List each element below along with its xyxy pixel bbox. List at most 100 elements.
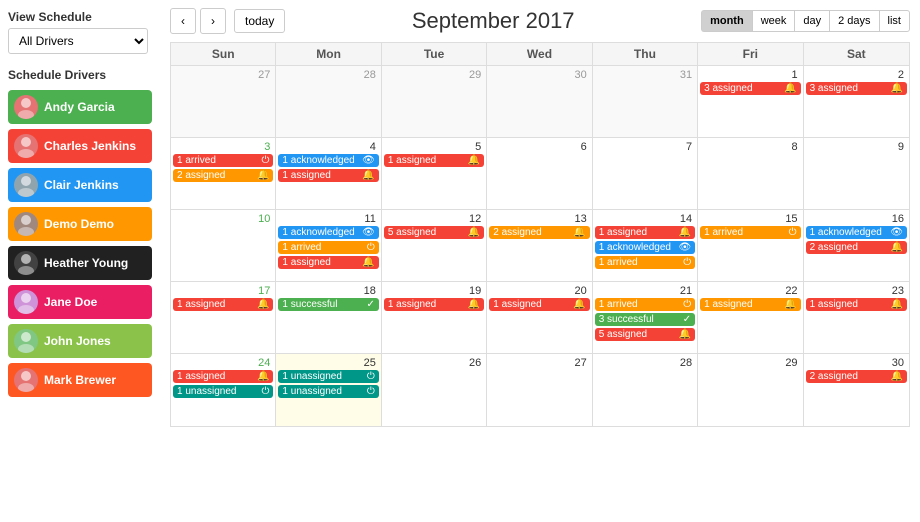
calendar-event[interactable]: 1 unassigned⏻ — [278, 385, 378, 398]
event-icon: ✓ — [683, 314, 691, 325]
driver-item[interactable]: Demo Demo — [8, 207, 152, 241]
cal-cell[interactable]: 6 — [487, 138, 592, 210]
cal-cell[interactable]: 201 assigned🔔 — [487, 282, 592, 354]
calendar-event[interactable]: 3 assigned🔔 — [806, 82, 907, 95]
calendar-event[interactable]: 1 successful✓ — [278, 298, 378, 311]
event-label: 1 assigned — [177, 299, 254, 310]
cal-cell[interactable]: 151 arrived⏻ — [698, 210, 803, 282]
calendar-event[interactable]: 1 arrived⏻ — [173, 154, 273, 167]
day-number: 22 — [700, 284, 800, 298]
cal-cell[interactable]: 27 — [171, 66, 276, 138]
day-number: 4 — [278, 140, 378, 154]
calendar-event[interactable]: 1 unassigned⏻ — [173, 385, 273, 398]
calendar-event[interactable]: 1 assigned🔔 — [173, 298, 273, 311]
cal-cell[interactable]: 51 assigned🔔 — [382, 138, 487, 210]
driver-select[interactable]: All Drivers — [8, 28, 148, 54]
driver-item[interactable]: Clair Jenkins — [8, 168, 152, 202]
cal-cell[interactable]: 111 acknowledged👁1 arrived⏻1 assigned🔔 — [276, 210, 381, 282]
calendar-event[interactable]: 3 assigned🔔 — [700, 82, 800, 95]
view-btn-month[interactable]: month — [701, 10, 752, 32]
day-number: 17 — [173, 284, 273, 298]
driver-item[interactable]: Andy Garcia — [8, 90, 152, 124]
cal-cell[interactable]: 161 acknowledged👁2 assigned🔔 — [804, 210, 909, 282]
cal-cell[interactable]: 30 — [487, 66, 592, 138]
event-label: 5 assigned — [388, 227, 465, 238]
day-number: 8 — [700, 140, 800, 154]
cal-cell[interactable]: 23 assigned🔔 — [804, 66, 909, 138]
calendar-event[interactable]: 1 acknowledged👁 — [278, 226, 378, 239]
calendar-event[interactable]: 1 acknowledged👁 — [595, 241, 695, 254]
cal-cell[interactable]: 211 arrived⏻3 successful✓5 assigned🔔 — [593, 282, 698, 354]
calendar-event[interactable]: 2 assigned🔔 — [489, 226, 589, 239]
view-btn-week[interactable]: week — [752, 10, 795, 32]
driver-item[interactable]: Mark Brewer — [8, 363, 152, 397]
view-btn-day[interactable]: day — [794, 10, 829, 32]
calendar-event[interactable]: 2 assigned🔔 — [806, 370, 907, 383]
event-label: 1 assigned — [177, 371, 254, 382]
driver-avatar — [14, 368, 38, 392]
calendar-event[interactable]: 1 assigned🔔 — [278, 169, 378, 182]
cal-cell[interactable]: 29 — [382, 66, 487, 138]
event-label: 2 assigned — [177, 170, 254, 181]
cal-cell[interactable]: 31 arrived⏻2 assigned🔔 — [171, 138, 276, 210]
calendar-event[interactable]: 2 assigned🔔 — [806, 241, 907, 254]
prev-button[interactable]: ‹ — [170, 8, 196, 34]
cal-cell[interactable]: 7 — [593, 138, 698, 210]
calendar-event[interactable]: 1 assigned🔔 — [806, 298, 907, 311]
event-label: 1 unassigned — [282, 371, 364, 382]
calendar-event[interactable]: 1 assigned🔔 — [384, 298, 484, 311]
calendar-event[interactable]: 1 acknowledged👁 — [278, 154, 378, 167]
cal-cell[interactable]: 125 assigned🔔 — [382, 210, 487, 282]
driver-item[interactable]: John Jones — [8, 324, 152, 358]
cal-cell[interactable]: 241 assigned🔔1 unassigned⏻ — [171, 354, 276, 426]
cal-cell[interactable]: 8 — [698, 138, 803, 210]
cal-cell[interactable]: 132 assigned🔔 — [487, 210, 592, 282]
calendar-event[interactable]: 5 assigned🔔 — [595, 328, 695, 341]
calendar-event[interactable]: 1 assigned🔔 — [384, 154, 484, 167]
calendar-event[interactable]: 1 assigned🔔 — [700, 298, 800, 311]
calendar-event[interactable]: 5 assigned🔔 — [384, 226, 484, 239]
event-icon: ⏻ — [683, 257, 691, 268]
calendar-event[interactable]: 1 arrived⏻ — [595, 298, 695, 311]
calendar-event[interactable]: 1 unassigned⏻ — [278, 370, 378, 383]
cal-cell[interactable]: 26 — [382, 354, 487, 426]
calendar-event[interactable]: 1 assigned🔔 — [489, 298, 589, 311]
driver-name: Charles Jenkins — [44, 139, 136, 153]
day-number: 28 — [278, 68, 378, 82]
view-btn-list[interactable]: list — [879, 10, 910, 32]
cal-cell[interactable]: 231 assigned🔔 — [804, 282, 909, 354]
cal-cell[interactable]: 181 successful✓ — [276, 282, 381, 354]
driver-item[interactable]: Jane Doe — [8, 285, 152, 319]
cal-cell[interactable]: 302 assigned🔔 — [804, 354, 909, 426]
calendar-event[interactable]: 1 arrived⏻ — [595, 256, 695, 269]
cal-cell[interactable]: 28 — [276, 66, 381, 138]
day-header-sat: Sat — [804, 43, 909, 66]
cal-cell[interactable]: 141 assigned🔔1 acknowledged👁1 arrived⏻ — [593, 210, 698, 282]
cal-cell[interactable]: 41 acknowledged👁 1 assigned🔔 — [276, 138, 381, 210]
event-label: 1 arrived — [599, 299, 681, 310]
calendar-event[interactable]: 1 assigned🔔 — [173, 370, 273, 383]
calendar-event[interactable]: 1 assigned🔔 — [278, 256, 378, 269]
today-button[interactable]: today — [234, 9, 285, 33]
next-button[interactable]: › — [200, 8, 226, 34]
cal-cell[interactable]: 171 assigned🔔 — [171, 282, 276, 354]
driver-item[interactable]: Heather Young — [8, 246, 152, 280]
cal-cell[interactable]: 221 assigned🔔 — [698, 282, 803, 354]
calendar-event[interactable]: 1 arrived⏻ — [278, 241, 378, 254]
calendar-event[interactable]: 1 acknowledged👁 — [806, 226, 907, 239]
cal-cell[interactable]: 28 — [593, 354, 698, 426]
calendar-event[interactable]: 1 assigned🔔 — [595, 226, 695, 239]
cal-cell[interactable]: 251 unassigned⏻1 unassigned⏻ — [276, 354, 381, 426]
driver-item[interactable]: Charles Jenkins — [8, 129, 152, 163]
cal-cell[interactable]: 31 — [593, 66, 698, 138]
cal-cell[interactable]: 29 — [698, 354, 803, 426]
cal-cell[interactable]: 191 assigned🔔 — [382, 282, 487, 354]
calendar-event[interactable]: 3 successful✓ — [595, 313, 695, 326]
calendar-event[interactable]: 2 assigned🔔 — [173, 169, 273, 182]
cal-cell[interactable]: 27 — [487, 354, 592, 426]
view-btn-2-days[interactable]: 2 days — [829, 10, 878, 32]
calendar-event[interactable]: 1 arrived⏻ — [700, 226, 800, 239]
cal-cell[interactable]: 13 assigned🔔 — [698, 66, 803, 138]
cal-cell[interactable]: 10 — [171, 210, 276, 282]
cal-cell[interactable]: 9 — [804, 138, 909, 210]
